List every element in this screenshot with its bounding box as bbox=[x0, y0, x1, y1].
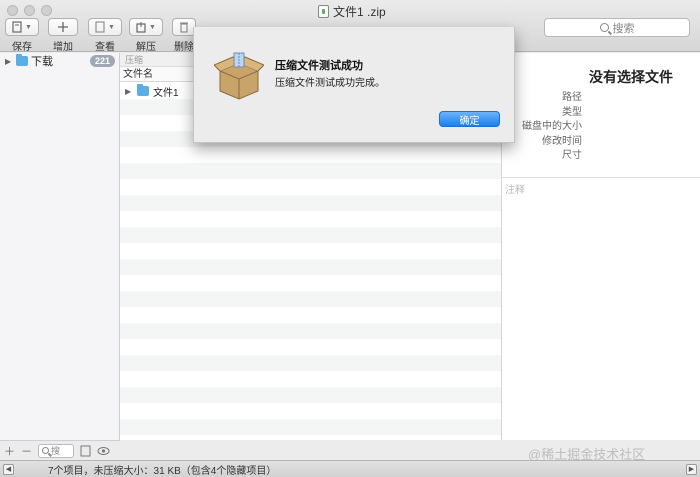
add-button[interactable] bbox=[48, 18, 78, 36]
empty-row bbox=[120, 387, 501, 403]
add-tool[interactable]: 增加 bbox=[48, 18, 78, 53]
empty-row bbox=[120, 419, 501, 435]
empty-row bbox=[120, 179, 501, 195]
view-button[interactable]: ▼ bbox=[88, 18, 122, 36]
save-tool[interactable]: ▼ 保存 bbox=[5, 18, 39, 53]
save-label: 保存 bbox=[12, 42, 32, 53]
empty-row bbox=[120, 227, 501, 243]
empty-row bbox=[120, 195, 501, 211]
archive-icon bbox=[12, 21, 22, 33]
minimize-window-button[interactable] bbox=[24, 5, 35, 16]
folder-icon bbox=[16, 54, 28, 66]
extract-label: 解压 bbox=[136, 42, 156, 53]
window-title-text: 文件1 .zip bbox=[333, 5, 386, 19]
chevron-down-icon: ▼ bbox=[149, 23, 156, 31]
ok-button[interactable]: 确定 bbox=[439, 111, 500, 127]
sidebar-footer: ＋ － 搜 bbox=[0, 440, 120, 460]
sidebar-item-downloads[interactable]: ▶ 下载 221 bbox=[0, 53, 119, 69]
zip-file-icon bbox=[318, 5, 329, 18]
empty-row bbox=[120, 291, 501, 307]
chevron-down-icon: ▼ bbox=[108, 23, 115, 31]
empty-row bbox=[120, 259, 501, 275]
empty-row bbox=[120, 371, 501, 387]
delete-label: 删除 bbox=[174, 42, 194, 53]
empty-row bbox=[120, 355, 501, 371]
empty-row bbox=[120, 323, 501, 339]
view-label: 查看 bbox=[95, 42, 115, 53]
status-bar: ◀ 7个项目，未压缩大小：31 KB（包含4个隐藏项目） ▶ bbox=[0, 460, 700, 477]
empty-row bbox=[120, 339, 501, 355]
view-tool[interactable]: ▼ 查看 bbox=[88, 18, 122, 53]
scroll-left-icon[interactable]: ◀ bbox=[3, 463, 14, 475]
trash-icon bbox=[180, 22, 188, 33]
save-button[interactable]: ▼ bbox=[5, 18, 39, 36]
extract-icon bbox=[136, 22, 146, 33]
close-window-button[interactable] bbox=[7, 5, 18, 16]
column-header-label: 文件名 bbox=[123, 69, 153, 80]
item-count-badge: 221 bbox=[89, 55, 115, 67]
status-text: 7个项目，未压缩大小：31 KB（包含4个隐藏项目） bbox=[48, 465, 277, 477]
archive-info-icon[interactable] bbox=[80, 445, 91, 457]
empty-row bbox=[120, 243, 501, 259]
info-panel: 没有选择文件 路径 类型 磁盘中的大小 修改时间 尺寸 注释 bbox=[501, 53, 700, 440]
info-title: 没有选择文件 bbox=[589, 69, 673, 85]
sidebar: ▶ 下载 221 bbox=[0, 53, 120, 440]
empty-row bbox=[120, 211, 501, 227]
eye-icon[interactable] bbox=[97, 445, 110, 457]
window-controls bbox=[7, 5, 52, 16]
add-file-icon bbox=[58, 22, 68, 32]
notes-placeholder: 注释 bbox=[505, 185, 525, 196]
alert-message: 压缩文件测试成功完成。 bbox=[275, 78, 385, 89]
plus-icon[interactable]: ＋ bbox=[4, 443, 15, 459]
folder-icon bbox=[137, 84, 149, 96]
zoom-window-button[interactable] bbox=[41, 5, 52, 16]
sidebar-item-label: 下载 bbox=[31, 56, 53, 68]
chevron-down-icon: ▼ bbox=[25, 23, 32, 31]
scroll-right-icon[interactable]: ▶ bbox=[686, 463, 697, 475]
info-label-dimensions: 尺寸 bbox=[562, 150, 582, 161]
extract-tool[interactable]: ▼ 解压 bbox=[129, 18, 163, 53]
add-label: 增加 bbox=[53, 42, 73, 53]
alert-title: 压缩文件测试成功 bbox=[275, 60, 363, 72]
archive-box-icon bbox=[214, 52, 264, 100]
empty-row bbox=[120, 275, 501, 291]
file-name: 文件1 bbox=[153, 87, 179, 99]
window-title: 文件1 .zip bbox=[318, 3, 386, 20]
search-field[interactable]: 搜索 bbox=[544, 18, 690, 37]
empty-row bbox=[120, 403, 501, 419]
search-icon bbox=[599, 23, 609, 32]
disclosure-triangle-icon[interactable]: ▶ bbox=[5, 57, 13, 66]
search-icon bbox=[42, 447, 49, 454]
document-icon bbox=[95, 21, 105, 33]
archive-window: 文件1 .zip ▼ 保存 增加 ▼ 查看 ▼ 解压 删除 搜索 ▶ 下载 22… bbox=[0, 0, 700, 477]
minus-icon[interactable]: － bbox=[21, 443, 32, 459]
alert-sheet: 压缩文件测试成功 压缩文件测试成功完成。 确定 bbox=[193, 27, 515, 143]
empty-row bbox=[120, 147, 501, 163]
sidebar-search-input[interactable]: 搜 bbox=[38, 443, 74, 458]
notes-field[interactable]: 注释 bbox=[502, 177, 700, 440]
disclosure-triangle-icon[interactable]: ▶ bbox=[125, 87, 133, 96]
empty-row bbox=[120, 163, 501, 179]
search-placeholder: 搜索 bbox=[612, 22, 635, 35]
empty-row bbox=[120, 307, 501, 323]
extract-button[interactable]: ▼ bbox=[129, 18, 163, 36]
